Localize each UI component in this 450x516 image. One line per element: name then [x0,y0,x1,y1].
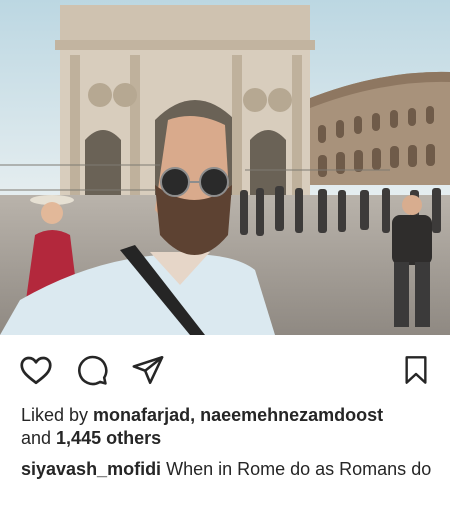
like-button[interactable] [16,350,56,390]
liker-username[interactable]: naeemehnezamdoost [200,405,383,425]
caption-text: When in Rome do as Romans do [166,459,432,479]
share-button[interactable] [128,350,168,390]
likes-summary: Liked by monafarjad, naeemehnezamdoost a… [21,404,441,450]
likes-prefix: Liked by [21,405,94,425]
caption-username[interactable]: siyavash_mofidi [21,459,161,479]
post-photo[interactable] [0,0,450,335]
likes-and: and [21,428,57,448]
liker-username[interactable]: monafarjad [93,405,190,425]
save-button[interactable] [396,350,436,390]
instagram-post: Liked by monafarjad, naeemehnezamdoost a… [0,0,450,516]
likes-count[interactable]: 1,445 others [56,428,161,448]
bookmark-icon [400,353,432,387]
action-bar [0,350,450,390]
comment-icon [75,353,109,387]
post-caption: siyavash_mofidi When in Rome do as Roman… [21,458,441,481]
heart-icon [18,352,54,388]
share-icon [131,353,165,387]
likes-separator: , [190,405,201,425]
comment-button[interactable] [72,350,112,390]
